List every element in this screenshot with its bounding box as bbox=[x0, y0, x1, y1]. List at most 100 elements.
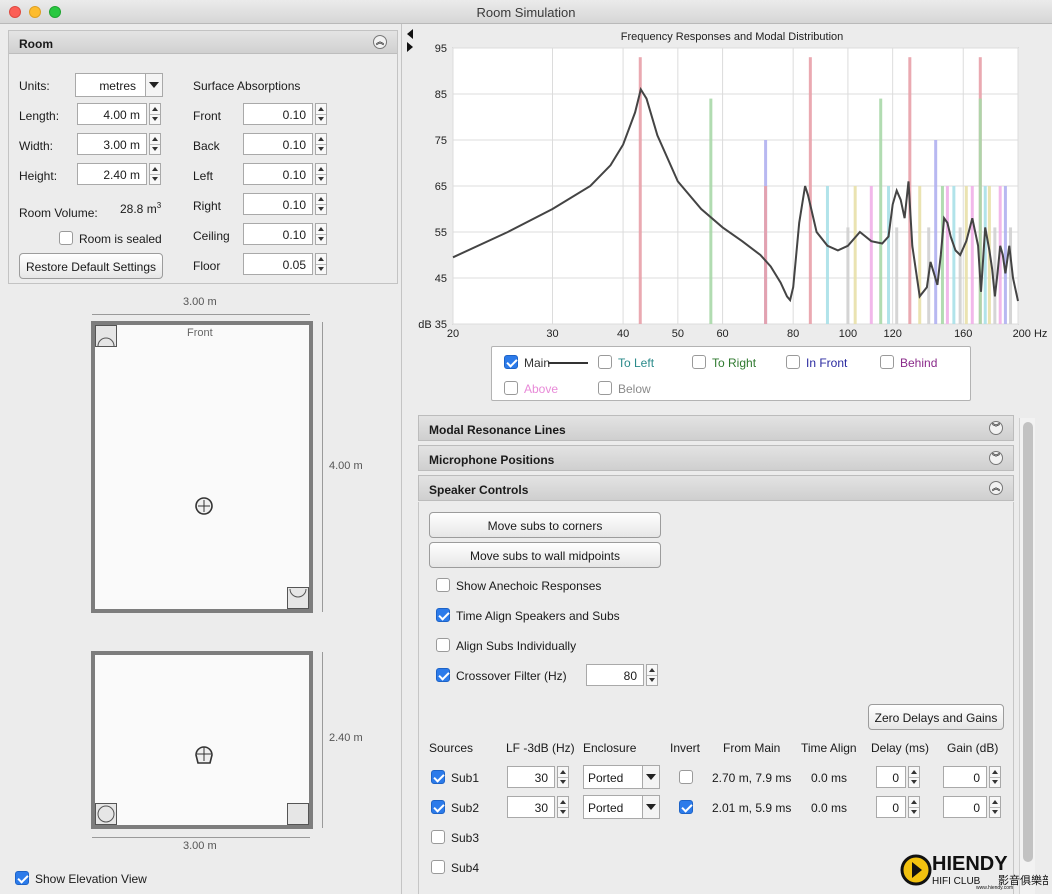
lf-spinner-sub1[interactable] bbox=[557, 766, 569, 788]
source-label-sub3: Sub3 bbox=[451, 831, 480, 845]
svg-text:www.hiendy.com: www.hiendy.com bbox=[976, 885, 1013, 891]
y-tick-label: 55 bbox=[435, 227, 447, 239]
legend-checkbox-behind[interactable] bbox=[880, 355, 894, 369]
y-tick-label: 75 bbox=[435, 135, 447, 147]
modal-line bbox=[958, 227, 962, 324]
show-elevation-checkbox[interactable] bbox=[15, 871, 29, 885]
modal-line bbox=[964, 186, 968, 324]
enclosure-select-sub2[interactable]: Ported bbox=[583, 795, 660, 819]
speaker-scrollbar[interactable] bbox=[1019, 418, 1035, 894]
header-enclosure: Enclosure bbox=[583, 741, 637, 755]
elevation-view-room[interactable] bbox=[91, 651, 313, 829]
source-checkbox-sub2[interactable] bbox=[431, 800, 445, 814]
collapse-speaker-icon[interactable]: ︽ bbox=[989, 481, 1003, 495]
chevron-down-icon bbox=[642, 796, 659, 818]
y-tick-label: 95 bbox=[435, 43, 447, 55]
gain-field-sub1[interactable]: 0 bbox=[943, 766, 987, 788]
header-delay: Delay (ms) bbox=[871, 741, 930, 755]
zero-delays-gains-button[interactable]: Zero Delays and Gains bbox=[868, 704, 1004, 730]
plan-length-dim: 4.00 m bbox=[329, 460, 363, 472]
time-align-sub2: 0.0 ms bbox=[811, 801, 848, 815]
expand-modal-icon[interactable]: ︾ bbox=[989, 421, 1003, 435]
delay-spinner-sub2[interactable] bbox=[908, 796, 920, 818]
modal-line bbox=[945, 186, 949, 324]
legend-checkbox-in-front[interactable] bbox=[786, 355, 800, 369]
listener-head-icon[interactable] bbox=[192, 743, 216, 769]
lf-field-sub2[interactable]: 30 bbox=[507, 796, 555, 818]
modal-line bbox=[1009, 227, 1013, 324]
speaker-elevation-right[interactable] bbox=[287, 803, 309, 825]
enclosure-value-sub1: Ported bbox=[588, 771, 624, 785]
sub-elevation-left[interactable] bbox=[95, 803, 117, 825]
time-align-sub1: 0.0 ms bbox=[811, 771, 848, 785]
align-individually-checkbox[interactable] bbox=[436, 638, 450, 652]
modal-line bbox=[895, 227, 899, 324]
scrollbar-thumb[interactable] bbox=[1023, 422, 1033, 862]
hiendy-logo: HIENDY HIFI CLUB 影音俱樂部 www.hiendy.com bbox=[900, 853, 1048, 891]
svg-text:HIFI CLUB: HIFI CLUB bbox=[932, 876, 981, 887]
legend-label-above: Above bbox=[524, 382, 559, 396]
microphone-icon[interactable] bbox=[193, 495, 215, 517]
source-label-sub4: Sub4 bbox=[451, 861, 480, 875]
lf-spinner-sub2[interactable] bbox=[557, 796, 569, 818]
elev-width-dim: 3.00 m bbox=[183, 840, 217, 852]
legend-label-main: Main bbox=[524, 356, 551, 370]
microphone-positions-section[interactable]: Microphone Positions ︾ bbox=[418, 445, 1014, 471]
elev-height-dim: 2.40 m bbox=[329, 732, 363, 744]
crossover-checkbox[interactable] bbox=[436, 668, 450, 682]
speaker-controls-section[interactable]: Speaker Controls ︽ bbox=[418, 475, 1014, 501]
gain-field-sub2[interactable]: 0 bbox=[943, 796, 987, 818]
chart-title: Frequency Responses and Modal Distributi… bbox=[621, 31, 844, 43]
legend-checkbox-below[interactable] bbox=[598, 381, 612, 395]
expand-mic-icon[interactable]: ︾ bbox=[989, 451, 1003, 465]
modal-line bbox=[918, 186, 922, 324]
enclosure-select-sub1[interactable]: Ported bbox=[583, 765, 660, 789]
legend-label-below: Below bbox=[618, 382, 651, 396]
delay-spinner-sub1[interactable] bbox=[908, 766, 920, 788]
time-align-checkbox[interactable] bbox=[436, 608, 450, 622]
modal-line bbox=[808, 57, 812, 324]
move-subs-midpoints-button[interactable]: Move subs to wall midpoints bbox=[429, 542, 661, 568]
invert-checkbox-sub1[interactable] bbox=[679, 770, 693, 784]
frequency-chart: Frequency Responses and Modal Distributi… bbox=[418, 31, 1047, 340]
legend-label-to-right: To Right bbox=[712, 356, 757, 370]
chart-legend: Main To Left To Right In Front Behind Above Be… bbox=[491, 346, 971, 401]
invert-checkbox-sub2[interactable] bbox=[679, 800, 693, 814]
speaker-controls-title: Speaker Controls bbox=[429, 483, 529, 497]
move-subs-corners-button[interactable]: Move subs to corners bbox=[429, 512, 661, 538]
legend-checkbox-above[interactable] bbox=[504, 381, 518, 395]
gain-spinner-sub1[interactable] bbox=[989, 766, 1001, 788]
from-main-sub2: 2.01 m, 5.9 ms bbox=[712, 801, 792, 815]
delay-field-sub1[interactable]: 0 bbox=[876, 766, 906, 788]
modal-resonance-section[interactable]: Modal Resonance Lines ︾ bbox=[418, 415, 1014, 441]
x-tick-label: 120 bbox=[883, 328, 901, 340]
lf-field-sub1[interactable]: 30 bbox=[507, 766, 555, 788]
legend-label-behind: Behind bbox=[900, 356, 938, 370]
legend-label-in-front: In Front bbox=[806, 356, 848, 370]
y-tick-label: 65 bbox=[435, 181, 447, 193]
legend-checkbox-to-right[interactable] bbox=[692, 355, 706, 369]
source-checkbox-sub3[interactable] bbox=[431, 830, 445, 844]
source-label-sub2: Sub2 bbox=[451, 801, 480, 815]
delay-field-sub2[interactable]: 0 bbox=[876, 796, 906, 818]
x-tick-label: 100 bbox=[839, 328, 857, 340]
modal-line bbox=[846, 227, 850, 324]
crossover-field[interactable]: 80 bbox=[586, 664, 644, 686]
header-sources: Sources bbox=[429, 741, 474, 755]
source-checkbox-sub1[interactable] bbox=[431, 770, 445, 784]
show-anechoic-checkbox[interactable] bbox=[436, 578, 450, 592]
x-tick-label: 50 bbox=[672, 328, 684, 340]
source-checkbox-sub4[interactable] bbox=[431, 860, 445, 874]
title-bar: Room Simulation bbox=[0, 0, 1052, 24]
gain-spinner-sub2[interactable] bbox=[989, 796, 1001, 818]
time-align-label: Time Align Speakers and Subs bbox=[456, 609, 620, 623]
legend-label-to-left: To Left bbox=[618, 356, 655, 370]
modal-line bbox=[1003, 186, 1007, 324]
legend-checkbox-to-left[interactable] bbox=[598, 355, 612, 369]
sub-corner-box[interactable] bbox=[287, 587, 309, 609]
chevron-down-icon bbox=[642, 766, 659, 788]
header-gain: Gain (dB) bbox=[947, 741, 999, 755]
modal-line bbox=[709, 98, 713, 324]
legend-checkbox-main[interactable] bbox=[504, 355, 518, 369]
crossover-spinner[interactable] bbox=[646, 664, 658, 686]
